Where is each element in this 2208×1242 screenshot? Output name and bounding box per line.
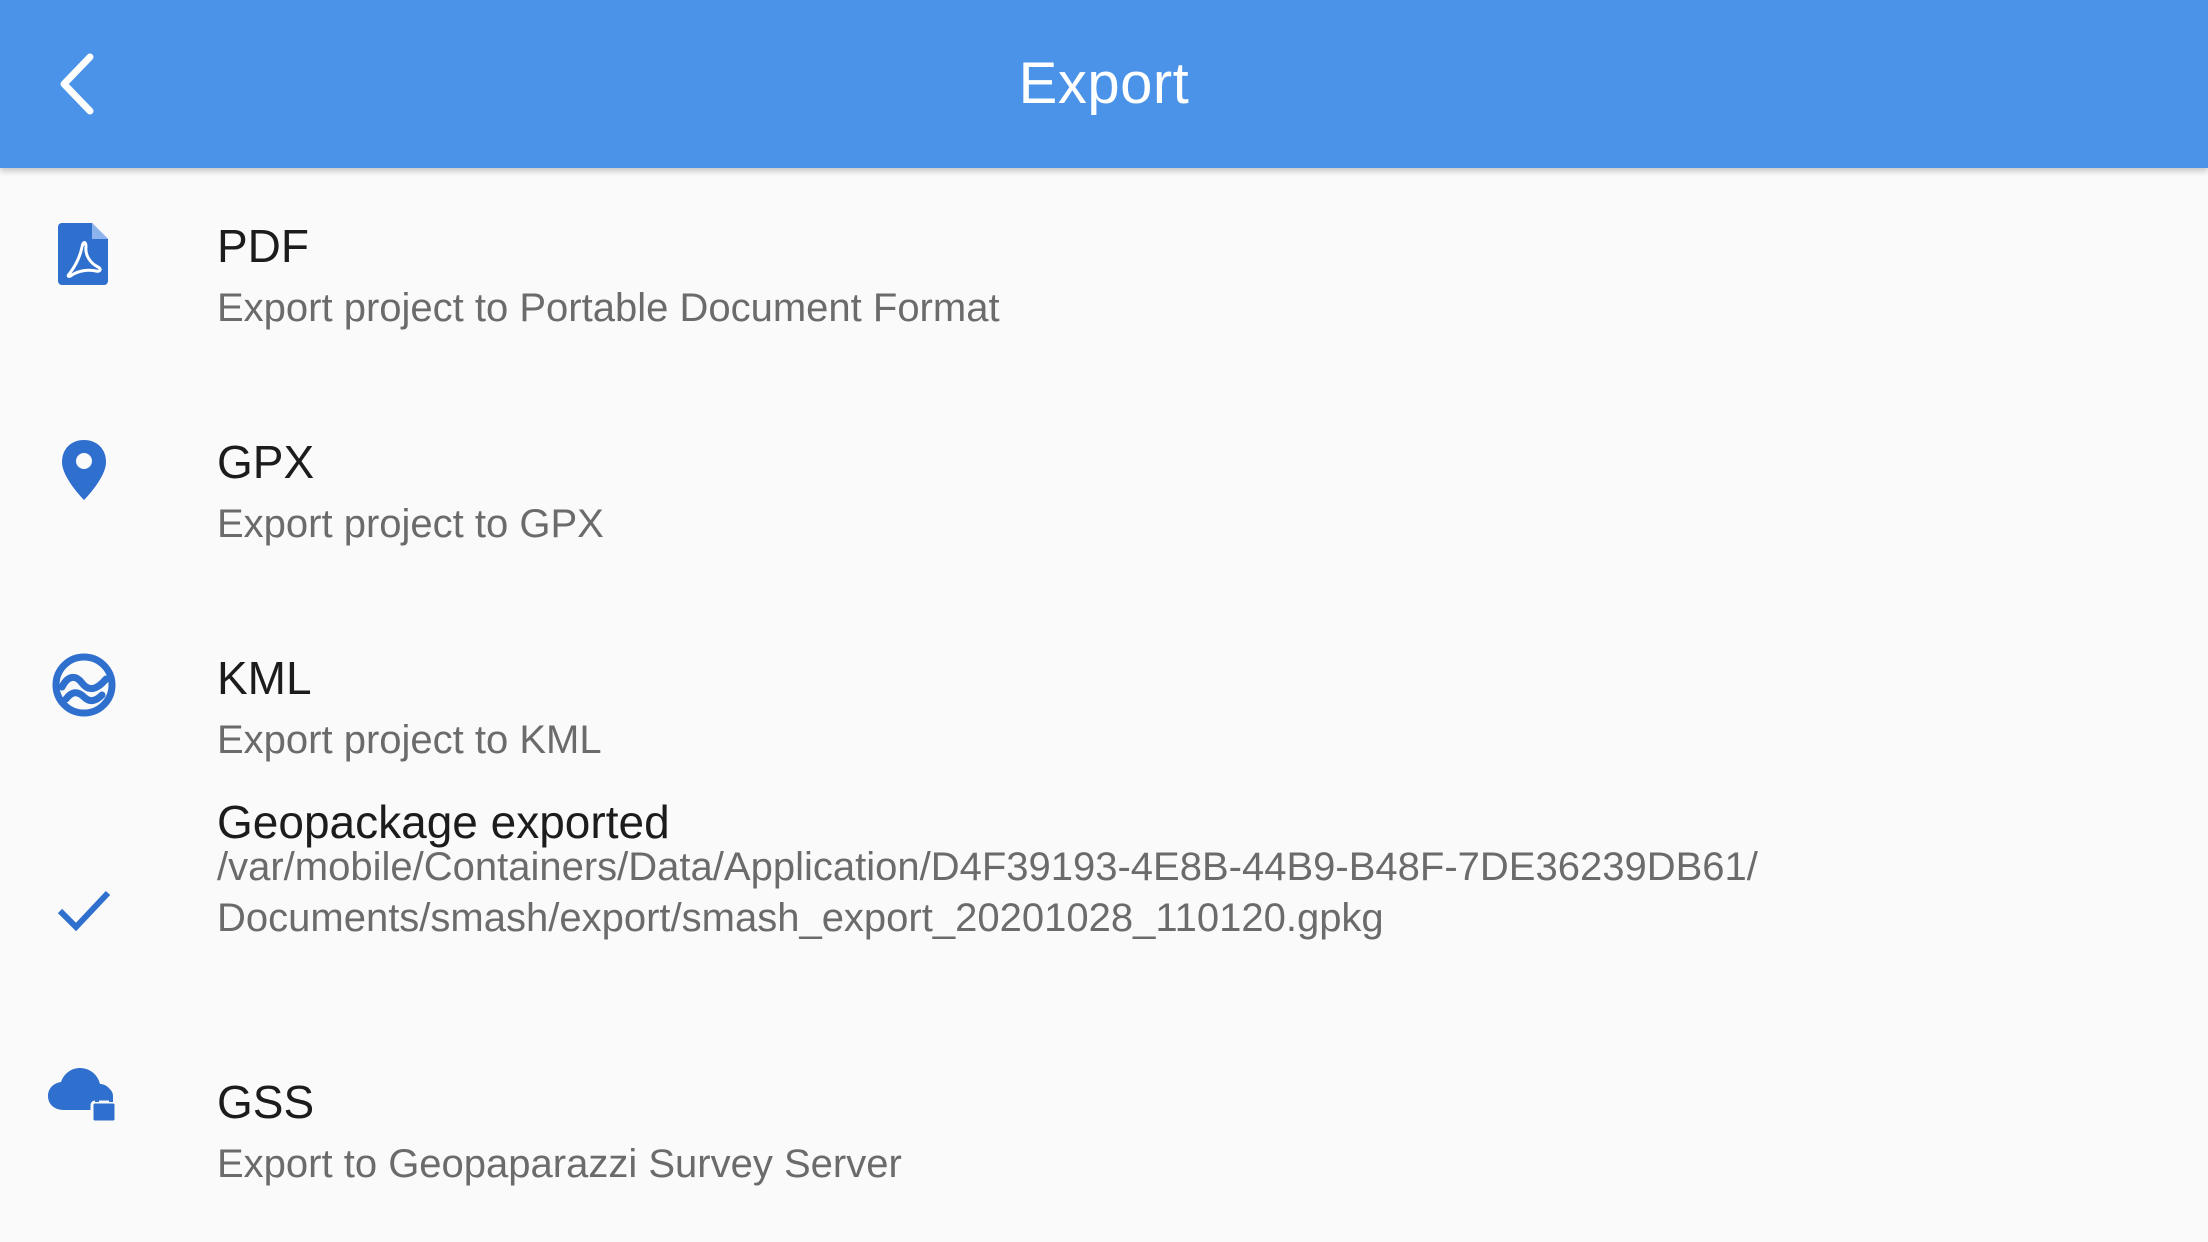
item-subtitle-line1: /var/mobile/Containers/Data/Application/…: [217, 845, 1758, 889]
check-icon-graphic: [42, 868, 126, 952]
page-title: Export: [1018, 51, 1190, 116]
export-item-pdf[interactable]: PDF Export project to Portable Document …: [0, 168, 2208, 384]
export-item-kml[interactable]: KML Export project to KML: [0, 600, 2208, 816]
item-title: GPX: [217, 436, 315, 488]
item-title: KML: [217, 652, 312, 704]
export-item-gpx[interactable]: GPX Export project to GPX: [0, 384, 2208, 600]
cloud-lock-icon: [42, 1052, 126, 1136]
export-item-gss[interactable]: GSS Export to Geopaparazzi Survey Server: [0, 1032, 2208, 1242]
item-title: PDF: [217, 220, 309, 272]
earth-wave-icon: [42, 643, 126, 727]
item-subtitle: Export project to KML: [217, 718, 602, 762]
pdf-file-icon: [42, 212, 126, 296]
item-subtitle: Export project to GPX: [217, 502, 604, 546]
item-title: GSS: [217, 1076, 315, 1128]
map-marker-icon: [42, 428, 126, 512]
item-subtitle: Export project to Portable Document Form…: [217, 286, 1000, 330]
app-bar: Export: [0, 0, 2208, 168]
item-subtitle-line2: Documents/smash/export/smash_export_2020…: [217, 896, 1384, 940]
item-subtitle: Export to Geopaparazzi Survey Server: [217, 1142, 902, 1186]
